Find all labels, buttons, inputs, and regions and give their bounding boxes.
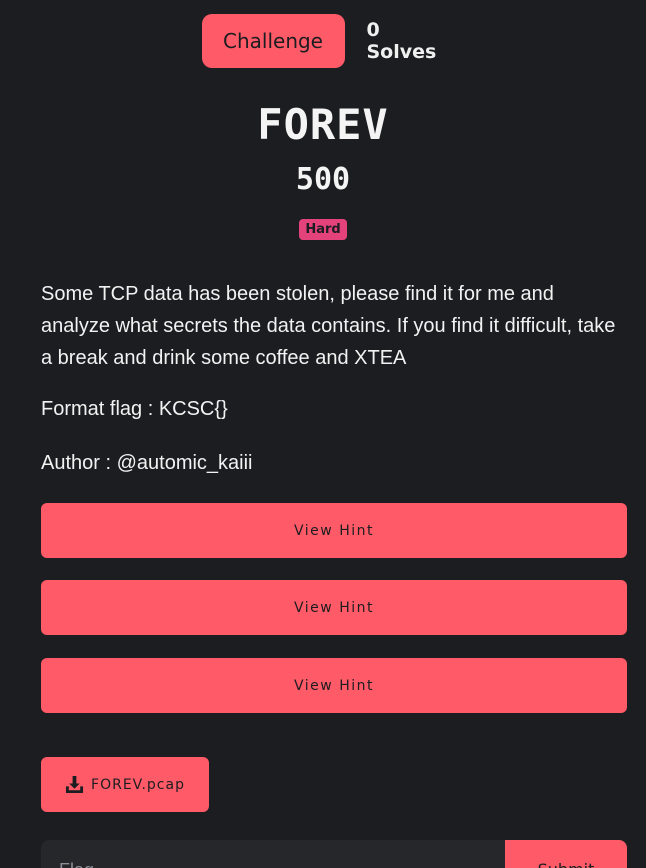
flag-input[interactable] <box>41 840 511 868</box>
format-flag-text: Format flag : KCSC{} <box>41 398 228 420</box>
author-text: Author : @automic_kaiii <box>41 452 253 474</box>
file-download-button[interactable]: FOREV.pcap <box>41 757 209 812</box>
difficulty-badge: Hard <box>299 219 347 240</box>
challenge-modal: Challenge 0 Solves FOREV 500 Hard Some T… <box>0 0 646 868</box>
file-name: FOREV.pcap <box>91 776 185 793</box>
download-icon <box>65 775 84 794</box>
flag-submission-row: Submit <box>41 840 627 868</box>
view-hint-button-2[interactable]: View Hint <box>41 580 627 635</box>
view-hint-button-1[interactable]: View Hint <box>41 503 627 558</box>
modal-tabs: Challenge 0 Solves <box>0 14 646 68</box>
view-hint-button-3[interactable]: View Hint <box>41 658 627 713</box>
difficulty-badge-wrapper: Hard <box>0 219 646 240</box>
tab-solves[interactable]: 0 Solves <box>367 19 447 63</box>
challenge-title: FOREV <box>257 100 389 149</box>
challenge-description: Some TCP data has been stolen, please fi… <box>41 283 616 369</box>
challenge-points: 500 <box>295 162 351 197</box>
tab-challenge[interactable]: Challenge <box>201 14 345 68</box>
submit-button[interactable]: Submit <box>505 840 627 868</box>
